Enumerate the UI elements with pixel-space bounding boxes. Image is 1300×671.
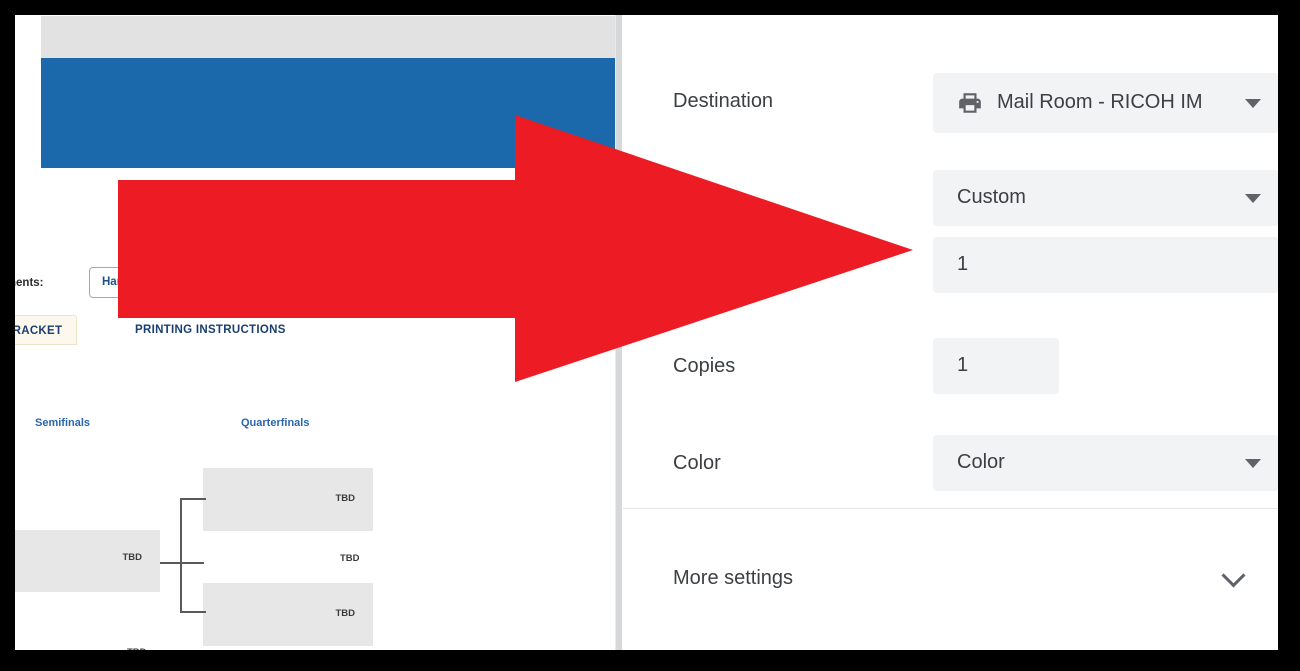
destination-select[interactable]: Mail Room - RICOH IM: [933, 73, 1278, 133]
screenshot-root: nents: Hann BRACKET PRINTING INSTRUCTION…: [0, 0, 1300, 671]
print-settings-pane: Destination Mail Room - RICOH IM es Cust…: [623, 15, 1278, 650]
pages-select[interactable]: Custom: [933, 170, 1278, 226]
custom-range-input[interactable]: 1: [933, 237, 1278, 293]
copies-input[interactable]: 1: [933, 338, 1059, 394]
settings-divider: [623, 508, 1278, 509]
tournaments-row: nents: Hann: [15, 267, 615, 305]
bracket-connector-horizontal-top: [180, 498, 206, 500]
tournaments-select-value: Hann: [102, 276, 131, 288]
more-settings-label: More settings: [673, 567, 794, 589]
color-select[interactable]: Color: [933, 435, 1278, 491]
chevron-down-icon: [1221, 563, 1246, 588]
pages-label: es: [673, 187, 695, 209]
more-settings-row[interactable]: More settings: [623, 545, 1278, 615]
destination-label: Destination: [673, 90, 774, 112]
copies-value: 1: [957, 354, 969, 376]
bracket-slot-quarterfinal-3[interactable]: TBD: [203, 583, 373, 646]
tournaments-label: nents:: [15, 277, 44, 289]
setting-row-pages: es Custom: [623, 165, 1278, 235]
bracket-slot-label: TBD: [335, 608, 355, 619]
page-header-band: [41, 16, 615, 58]
copies-label: Copies: [673, 355, 736, 377]
preview-tabstrip: BRACKET PRINTING INSTRUCTIONS: [15, 315, 615, 349]
color-label: Color: [673, 452, 721, 474]
chevron-down-icon: [1245, 459, 1261, 468]
print-preview-pane[interactable]: nents: Hann BRACKET PRINTING INSTRUCTION…: [15, 15, 615, 650]
bracket-slot-label: TBD: [122, 552, 142, 563]
pages-value: Custom: [957, 186, 1026, 208]
tab-printing-instructions[interactable]: PRINTING INSTRUCTIONS: [125, 315, 296, 345]
custom-range-value: 1: [957, 253, 969, 275]
destination-value: Mail Room - RICOH IM: [997, 91, 1203, 113]
tab-bracket[interactable]: BRACKET: [15, 315, 78, 345]
bracket-connector-horizontal-in: [160, 562, 204, 564]
bracket-round-label-quarterfinals: Quarterfinals: [241, 417, 310, 429]
bracket-slot-semifinal-1[interactable]: TBD: [15, 530, 160, 592]
preview-page-1: nents: Hann BRACKET PRINTING INSTRUCTION…: [15, 15, 615, 650]
setting-row-color: Color Color: [623, 430, 1278, 500]
setting-row-destination: Destination Mail Room - RICOH IM: [623, 65, 1278, 143]
setting-row-copies: Copies 1: [623, 333, 1278, 403]
bracket-connector-horizontal-bottom: [180, 611, 206, 613]
chevron-down-icon: [1245, 99, 1261, 108]
bracket-round-label-semifinals: Semifinals: [35, 417, 91, 429]
bracket-slot-label-quarterfinal-2: TBD: [340, 553, 360, 564]
print-dialog: nents: Hann BRACKET PRINTING INSTRUCTION…: [15, 15, 1278, 650]
preview-scrollbar[interactable]: [615, 15, 622, 650]
chevron-down-icon: [1245, 194, 1261, 203]
color-value: Color: [957, 451, 1005, 473]
tournaments-select[interactable]: Hann: [89, 267, 239, 298]
bracket-slot-label: TBD: [335, 493, 355, 504]
setting-row-custom-range: 1: [623, 237, 1278, 297]
printer-icon: [957, 90, 983, 121]
page-hero-band: [41, 58, 615, 168]
bracket-slot-quarterfinal-1[interactable]: TBD: [203, 468, 373, 531]
bracket-connector-vertical: [180, 499, 182, 612]
bracket-slot-label-semifinal-2: TBD: [127, 647, 147, 650]
